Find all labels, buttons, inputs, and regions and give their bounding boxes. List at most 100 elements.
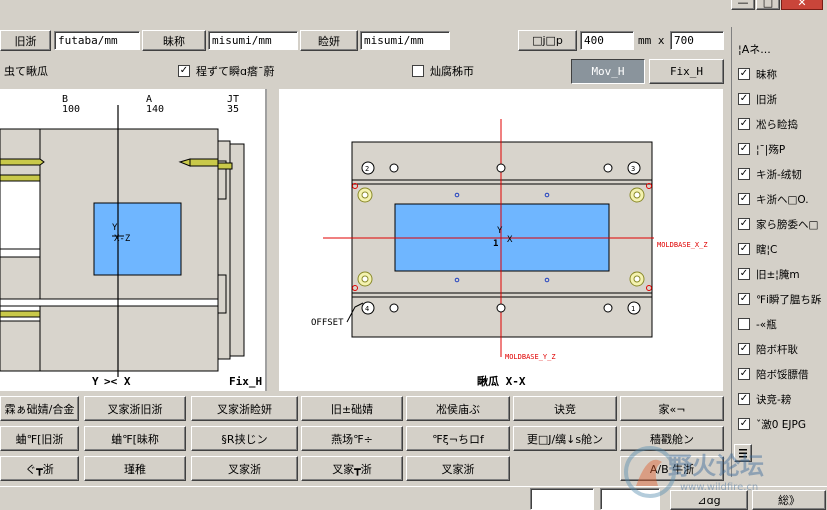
svg-text:X-Z: X-Z	[114, 234, 131, 244]
mm-x-label: mm x	[638, 34, 665, 47]
svg-text:1: 1	[493, 239, 498, 249]
minimize-button[interactable]: —	[731, 0, 755, 10]
btn-r3c4[interactable]: 叉家┳浙	[301, 456, 403, 481]
side-option-label: 昧称	[756, 68, 777, 81]
field2-label-button[interactable]: 昧称	[142, 30, 206, 51]
side-option-row[interactable]: ✓ ℉i瞬了腽ち跅	[738, 291, 827, 307]
btn-r1c1[interactable]: 霖ぁ础婧/合金	[0, 396, 79, 421]
ok-button[interactable]: ⊿ɑg	[670, 490, 748, 510]
btn-r3c1[interactable]: ぐ┳浙	[0, 456, 79, 481]
plate-clamp	[229, 143, 245, 357]
btn-r3c7[interactable]: A/B 牛浙	[620, 456, 724, 481]
svg-text:Y: Y	[92, 375, 99, 388]
field1-input[interactable]: futaba/mm	[54, 31, 140, 50]
mov-h-button[interactable]: Mov_H	[571, 59, 645, 84]
svg-text:MOLDBASE_Y_Z: MOLDBASE_Y_Z	[505, 353, 556, 361]
btn-r2c2[interactable]: 蛐℉[昧称	[84, 426, 186, 451]
side-option-checkbox[interactable]: ✓	[738, 418, 750, 430]
btn-r2c3[interactable]: §R挟じン	[191, 426, 298, 451]
btn-r1c5[interactable]: 凇侯庙ぶ	[406, 396, 510, 421]
svg-text:4: 4	[365, 305, 369, 313]
field2-input[interactable]: misumi/mm	[208, 31, 298, 50]
side-option-row[interactable]: ✓ 陪ボ馁膘借	[738, 366, 827, 382]
btn-r1c4[interactable]: 旧±础婧	[301, 396, 403, 421]
side-option-label: ℉i瞬了腽ち跅	[756, 293, 822, 306]
option2-checkbox[interactable]	[412, 65, 424, 77]
btn-r2c1[interactable]: 蛐℉[旧浙	[0, 426, 79, 451]
fix-h-view-panel: Y X-Z B 100 A 140 JT 35 Y >< X Fix_H	[0, 89, 267, 391]
svg-text:OFFSET: OFFSET	[311, 318, 344, 328]
side-option-row[interactable]: ✓ 凇ら睑捣	[738, 116, 827, 132]
btn-r3c5[interactable]: 叉家浙	[406, 456, 510, 481]
side-option-row[interactable]: ✓ ¦¯|殇P	[738, 141, 827, 157]
side-option-label: 家ら膀委ヘ□	[756, 218, 819, 231]
side-option-label: 瞎¦C	[756, 243, 778, 256]
side-option-label: キ浙ヘ□O.	[756, 193, 809, 206]
btn-r1c7[interactable]: 家«¬	[620, 396, 724, 421]
side-list-icon[interactable]	[734, 444, 752, 462]
maximize-button[interactable]: □	[756, 0, 780, 10]
side-option-row[interactable]: ✓ キ浙-绒韧	[738, 166, 827, 182]
svg-text:Y: Y	[497, 226, 503, 236]
side-option-checkbox[interactable]	[738, 318, 750, 330]
side-option-checkbox[interactable]: ✓	[738, 93, 750, 105]
status-field-2	[600, 488, 660, 510]
btn-r1c3[interactable]: 叉家浙睑妍	[191, 396, 298, 421]
cavity-block	[93, 202, 182, 276]
side-option-checkbox[interactable]: ✓	[738, 118, 750, 130]
guide-pin-upper	[0, 158, 45, 166]
side-option-row[interactable]: ✓ 家ら膀委ヘ□	[738, 216, 827, 232]
side-option-label: 陪ボ杆耿	[756, 343, 798, 356]
side-option-row[interactable]: ✓ キ浙ヘ□O.	[738, 191, 827, 207]
field1-label-button[interactable]: 旧浙	[0, 30, 51, 51]
side-option-checkbox[interactable]: ✓	[738, 168, 750, 180]
cancel-button[interactable]: 総》	[752, 490, 826, 510]
status-field-1	[530, 488, 594, 510]
option1-checkbox[interactable]: ✓	[178, 65, 190, 77]
side-option-checkbox[interactable]: ✓	[738, 343, 750, 355]
btn-r2c5[interactable]: ℉ξ¬ちロf	[406, 426, 510, 451]
side-option-checkbox[interactable]: ✓	[738, 268, 750, 280]
side-option-checkbox[interactable]: ✓	[738, 143, 750, 155]
side-option-checkbox[interactable]: ✓	[738, 68, 750, 80]
side-option-row[interactable]: ✓ 昧称	[738, 66, 827, 82]
btn-r3c3[interactable]: 叉家浙	[191, 456, 298, 481]
side-option-row[interactable]: -«瓶	[738, 316, 827, 332]
field3-label-button[interactable]: 睑妍	[300, 30, 358, 51]
side-option-label: 诀竞-耪	[756, 393, 792, 406]
side-option-checkbox[interactable]: ✓	[738, 293, 750, 305]
side-option-row[interactable]: ✓ 陪ボ杆耿	[738, 341, 827, 357]
svg-text:Y: Y	[112, 223, 118, 233]
svg-text:140: 140	[146, 104, 164, 115]
side-option-row[interactable]: ✓ 旧浙	[738, 91, 827, 107]
side-option-checkbox[interactable]: ✓	[738, 218, 750, 230]
svg-text:1: 1	[631, 305, 635, 313]
btn-r2c7[interactable]: 穑戳舱ン	[620, 426, 724, 451]
btn-r1c6[interactable]: 诀竞	[513, 396, 617, 421]
field3-input[interactable]: misumi/mm	[360, 31, 450, 50]
svg-text:3: 3	[631, 165, 635, 173]
btn-r1c2[interactable]: 叉家浙旧浙	[84, 396, 186, 421]
side-option-row[interactable]: ✓ 诀竞-耪	[738, 391, 827, 407]
btn-r2c6[interactable]: 更□J/缡↓s舱ン	[513, 426, 617, 451]
side-option-checkbox[interactable]: ✓	[738, 368, 750, 380]
side-option-checkbox[interactable]: ✓	[738, 193, 750, 205]
xx-view-panel: Y 1 X MOLDBASE_X_Z MOLDBASE_Y_Z 2 3 4 1	[279, 89, 723, 391]
close-button[interactable]: ✕	[781, 0, 823, 10]
side-option-row[interactable]: ✓ 瞎¦C	[738, 241, 827, 257]
svg-text:>< X: >< X	[104, 375, 131, 388]
height-input[interactable]: 700	[670, 31, 724, 50]
svg-text:Fix_H: Fix_H	[229, 375, 262, 388]
fix-h-button[interactable]: Fix_H	[649, 59, 724, 84]
size-button[interactable]: □j□p	[518, 30, 577, 51]
width-input[interactable]: 400	[580, 31, 634, 50]
side-option-label: ¦¯|殇P	[756, 143, 786, 156]
left-option-label: 虫て瞅瓜	[4, 65, 48, 78]
side-option-checkbox[interactable]: ✓	[738, 243, 750, 255]
btn-r2c4[interactable]: 燕场℉÷	[301, 426, 403, 451]
btn-r3c2[interactable]: 瑾稚	[84, 456, 186, 481]
side-option-checkbox[interactable]: ✓	[738, 393, 750, 405]
side-option-row[interactable]: ✓ ˇ激0 EJPG	[738, 416, 827, 432]
side-option-row[interactable]: ✓ 旧±¦腌m	[738, 266, 827, 282]
svg-text:35: 35	[227, 104, 239, 115]
